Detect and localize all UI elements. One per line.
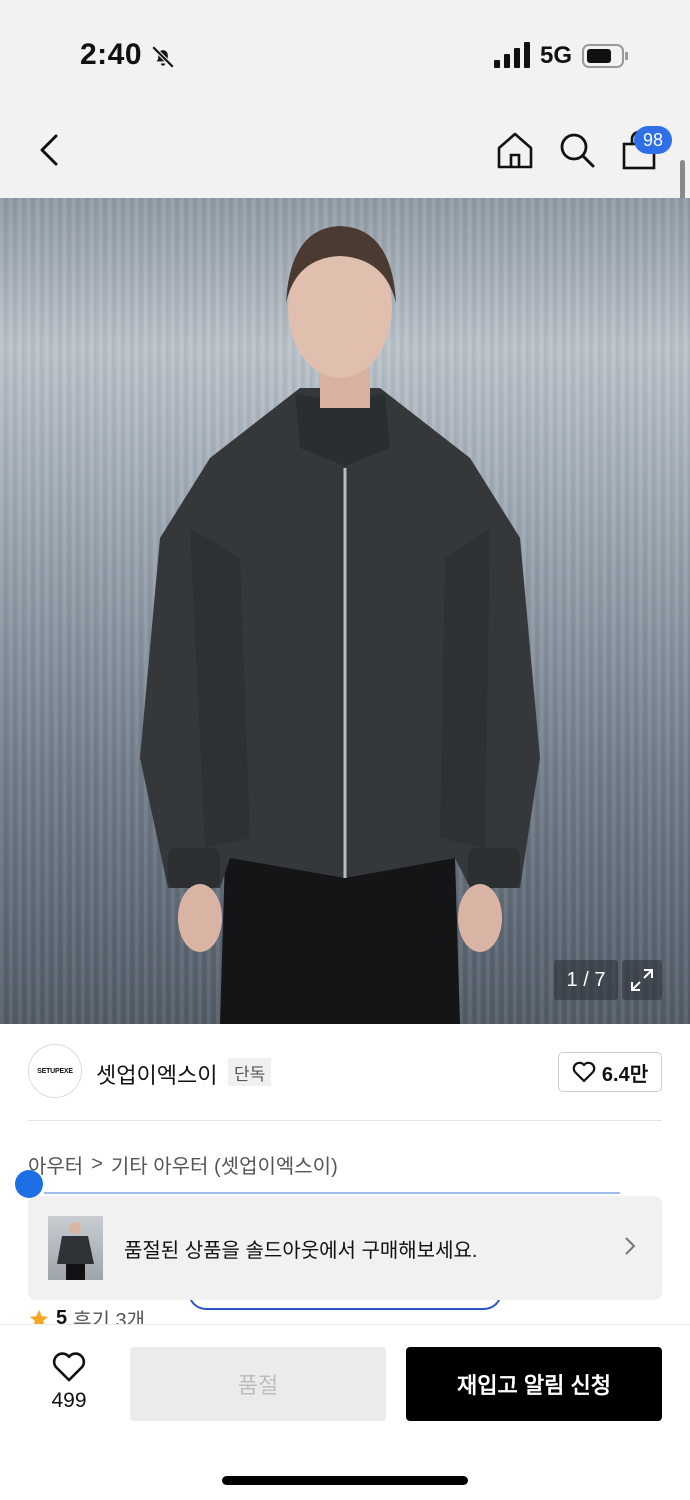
- wishlist-button[interactable]: 499: [30, 1351, 108, 1417]
- wishlist-count: 499: [51, 1389, 87, 1412]
- breadcrumb-separator: >: [91, 1153, 103, 1175]
- battery-icon: [582, 44, 628, 68]
- chevron-right-icon: [625, 1237, 636, 1255]
- home-indicator: [222, 1476, 468, 1485]
- brand-row: SETUPEXE 셋업이엑스이 단독 6.4만: [28, 1044, 662, 1100]
- floating-indicator-dot: [15, 1170, 43, 1198]
- brand-like-button[interactable]: 6.4만: [558, 1052, 662, 1092]
- expand-button[interactable]: [622, 960, 662, 1000]
- search-icon: [560, 133, 595, 168]
- image-counter: 1 / 7: [554, 960, 618, 1000]
- back-button[interactable]: [28, 128, 72, 172]
- banner-thumbnail: [48, 1216, 103, 1280]
- home-button[interactable]: [493, 128, 537, 172]
- heart-icon: [572, 1061, 596, 1083]
- product-image[interactable]: [0, 198, 690, 1024]
- ghost-underline: [44, 1192, 620, 1194]
- signal-icon: [494, 42, 530, 68]
- search-button[interactable]: [555, 128, 599, 172]
- bell-slash-icon: [151, 45, 175, 69]
- brand-logo[interactable]: SETUPEXE: [28, 1044, 82, 1098]
- brand-like-count: 6.4만: [601, 1063, 649, 1086]
- cart-count-badge: 98: [634, 126, 672, 154]
- divider: [28, 1120, 662, 1121]
- product-photo-illustration: [140, 226, 540, 1024]
- soldout-button: 품절: [130, 1347, 386, 1421]
- heart-icon: [52, 1352, 86, 1382]
- home-icon: [497, 132, 533, 169]
- status-time: 2:40: [80, 38, 143, 71]
- soldout-banner-message: 품절된 상품을 솔드아웃에서 구매해보세요.: [124, 1240, 478, 1262]
- restock-alert-button[interactable]: 재입고 알림 신청: [406, 1347, 662, 1421]
- bottom-action-bar: 499 품절 재입고 알림 신청: [0, 1324, 690, 1500]
- brand-logo-text: SETUPEXE: [37, 1067, 73, 1075]
- status-bar: 2:40 5G: [0, 0, 690, 110]
- exclusive-badge: 단독: [228, 1058, 272, 1086]
- soldout-banner[interactable]: 품절된 상품을 솔드아웃에서 구매해보세요.: [28, 1196, 662, 1300]
- navigation-bar: 98: [0, 110, 690, 198]
- brand-name[interactable]: 셋업이엑스이: [96, 1058, 217, 1090]
- network-label: 5G: [540, 42, 573, 69]
- breadcrumb: 아우터 > 기타 아우터 (셋업이엑스이): [28, 1150, 338, 1179]
- thumbnail-figure: [57, 1222, 94, 1280]
- back-chevron-icon: [40, 134, 58, 166]
- expand-icon: [631, 969, 653, 991]
- breadcrumb-subcategory[interactable]: 기타 아우터 (셋업이엑스이): [111, 1150, 338, 1179]
